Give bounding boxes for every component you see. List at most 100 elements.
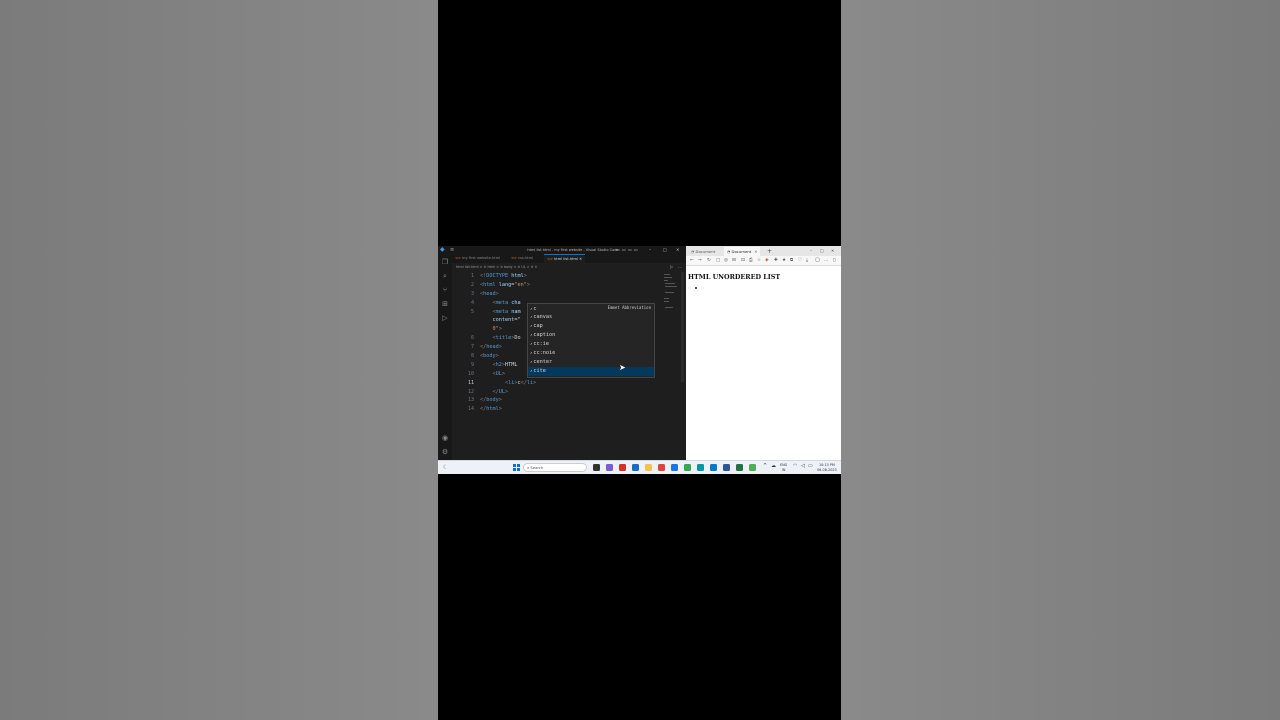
brave-icon[interactable] <box>658 464 665 471</box>
tab-html-list[interactable]: <>html list.html ✕ <box>544 254 586 263</box>
tray-overflow-icon[interactable]: ^ <box>763 464 767 469</box>
suggest-item[interactable]: ↗canvas <box>528 313 654 322</box>
blurred-background-right <box>841 0 1280 720</box>
layout-icon-2[interactable]: ▭ <box>622 247 626 253</box>
suggest-item-label: cmd <box>533 377 542 378</box>
excel-icon[interactable] <box>736 464 743 471</box>
task-view-icon[interactable] <box>593 464 600 471</box>
code-token: html <box>511 273 524 279</box>
close-icon[interactable]: ✕ <box>831 247 834 255</box>
html-file-icon: <> <box>455 256 462 260</box>
account-icon[interactable]: ◉ <box>441 434 449 442</box>
print-icon[interactable]: ⎙ <box>749 257 753 265</box>
tab-css[interactable]: <>css.html <box>508 254 536 263</box>
suggest-item[interactable]: ↗cc:noie <box>528 349 654 358</box>
settings-gear-icon[interactable]: ⚙ <box>441 448 449 456</box>
split-icon[interactable]: ⊟ <box>732 257 736 265</box>
code-token: > <box>498 326 502 333</box>
line-number: 9 <box>470 361 474 368</box>
minimize-icon[interactable]: – <box>649 247 651 253</box>
explorer-icon[interactable]: ❐ <box>441 258 449 266</box>
suggest-item-label: caption <box>533 332 556 339</box>
profile-icon[interactable]: ◯ <box>815 257 820 265</box>
tab-close-icon[interactable]: ✕ <box>579 257 582 261</box>
clock[interactable]: 10:13 PM 06-08-2023 <box>817 463 837 472</box>
taskbar-search[interactable]: ⌕ Search <box>523 463 587 472</box>
settings-more-icon[interactable]: … <box>824 257 829 265</box>
suggest-item-label: cc:ie <box>533 341 550 348</box>
layout-icon-3[interactable]: ▭ <box>628 247 632 253</box>
store-icon[interactable] <box>671 464 678 471</box>
extension-icon[interactable]: ◈ <box>765 257 769 265</box>
more-actions-icon[interactable]: … <box>678 263 682 270</box>
suggest-item[interactable]: ↗caption <box>528 331 654 340</box>
new-tab-button[interactable]: + <box>767 247 772 256</box>
downloads-icon[interactable]: ⤓ <box>806 257 808 265</box>
browser-essentials-icon[interactable]: ♡ <box>798 257 802 265</box>
weather-icon[interactable]: ☾ <box>443 464 448 472</box>
collections-icon[interactable]: ⧉ <box>790 257 793 265</box>
wifi-icon[interactable]: ◠ <box>793 464 797 469</box>
read-aloud-icon[interactable]: ◎ <box>724 257 728 265</box>
forward-icon[interactable]: → <box>698 257 702 265</box>
tab-my-first-website[interactable]: <>my first website.html <box>452 254 503 263</box>
address-bar-icon[interactable]: ▢ <box>716 257 720 265</box>
source-control-icon[interactable]: ⑂ <box>441 286 449 294</box>
edge-icon[interactable] <box>632 464 639 471</box>
suggest-item[interactable]: ↗cap <box>528 322 654 331</box>
back-icon[interactable]: ← <box>690 257 694 265</box>
search-icon: ⌕ <box>527 465 530 470</box>
minimize-icon[interactable]: – <box>810 247 812 255</box>
chat-icon[interactable] <box>606 464 613 471</box>
run-icon[interactable]: ▷ <box>670 263 673 270</box>
tab-close-icon[interactable]: ✕ <box>754 249 757 254</box>
code-token: > <box>501 370 505 377</box>
file-explorer-icon[interactable] <box>645 464 652 471</box>
refresh-icon[interactable]: ↻ <box>707 257 711 265</box>
suggest-item[interactable]: ↗cmd <box>528 376 654 378</box>
chrome-icon[interactable] <box>684 464 691 471</box>
minimap[interactable] <box>664 272 680 332</box>
maximize-icon[interactable]: □ <box>820 247 824 255</box>
word-icon[interactable] <box>723 464 730 471</box>
maximize-icon[interactable]: □ <box>663 247 667 253</box>
search-icon[interactable]: ⌕ <box>441 272 449 280</box>
start-button[interactable] <box>513 464 520 471</box>
vertical-scrollbar[interactable] <box>681 272 684 382</box>
vscode-taskbar-icon[interactable] <box>710 464 717 471</box>
layout-icon-4[interactable]: ▭ <box>634 247 638 253</box>
suggest-item[interactable]: ↗cc:ie <box>528 340 654 349</box>
onedrive-icon[interactable]: ☁ <box>771 464 776 469</box>
sidebar-toggle-icon[interactable]: ▯ <box>833 257 836 265</box>
extensions-icon[interactable]: ⊞ <box>441 300 449 308</box>
language-indicator[interactable]: ENG IN <box>780 463 787 472</box>
extensions-puzzle-icon[interactable]: ✚ <box>774 257 778 265</box>
suggest-item[interactable]: ↗cite <box>528 366 654 376</box>
app-icon[interactable] <box>697 464 704 471</box>
browser-tab-1[interactable]: ◔ Document <box>688 247 718 256</box>
favorites-icon[interactable]: ★ <box>782 257 786 265</box>
list-bullet <box>695 287 697 289</box>
code-token: nam <box>511 308 521 315</box>
hamburger-menu-icon[interactable]: ≡ <box>450 247 454 253</box>
breadcrumb[interactable]: html list.html > ⊘ html > ⊘ body > ⊘ UL … <box>456 264 537 270</box>
favorite-icon[interactable]: ☆ <box>757 257 761 265</box>
close-icon[interactable]: ✕ <box>676 247 679 253</box>
browser-tab-2[interactable]: ◔ Document ✕ <box>724 247 761 256</box>
youtube-icon[interactable] <box>619 464 626 471</box>
run-debug-icon[interactable]: ▷ <box>441 314 449 322</box>
battery-icon[interactable]: ▭ <box>808 464 813 469</box>
code-token: > <box>505 388 509 395</box>
suggest-item[interactable]: ↗c <box>528 305 654 314</box>
app-icon-2[interactable] <box>749 464 756 471</box>
suggest-item-label: canvas <box>533 314 553 321</box>
layout-icon[interactable]: ▭ <box>616 247 620 253</box>
suggest-widget[interactable]: Emmet Abbreviation ↗c ↗canvas ↗cap ↗caption… <box>527 303 655 378</box>
suggest-item[interactable]: ↗center <box>528 358 654 367</box>
volume-icon[interactable]: ◁ <box>801 464 805 469</box>
code-token: > <box>533 379 537 386</box>
suggest-item-label: cap <box>533 323 543 330</box>
screenshot-icon[interactable]: ⊡ <box>741 257 745 265</box>
code-token: HTML <box>505 361 518 368</box>
